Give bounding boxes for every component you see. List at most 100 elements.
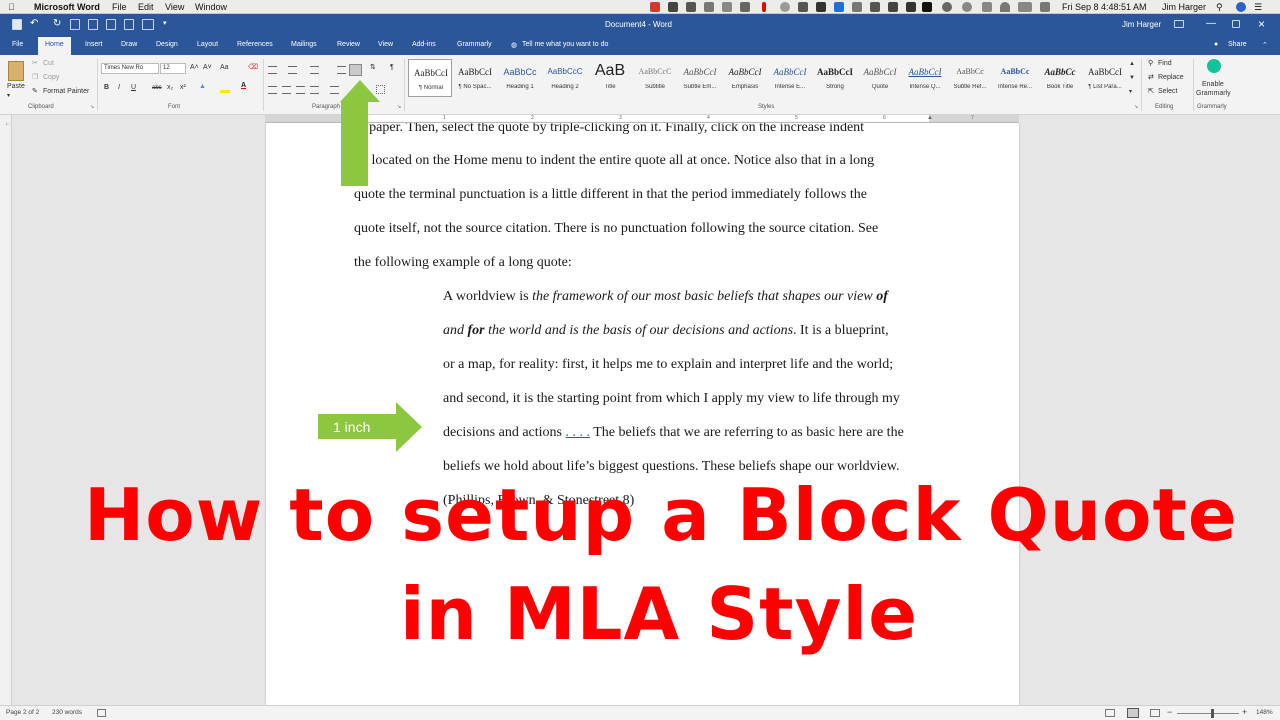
tray-app-icon[interactable] [686, 2, 696, 12]
style-subtle-emphasis[interactable]: AaBbCcI Subtle Em... [678, 59, 722, 97]
style-intense-emphasis[interactable]: AaBbCcI Intense E... [768, 59, 812, 97]
tab-home[interactable]: Home [38, 37, 71, 55]
tab-view[interactable]: View [378, 41, 393, 48]
wifi-icon[interactable] [1000, 2, 1010, 12]
web-layout-icon[interactable] [1150, 709, 1160, 717]
zoom-slider-thumb[interactable] [1211, 709, 1214, 718]
decrease-indent-icon[interactable] [337, 66, 346, 74]
tab-design[interactable]: Design [156, 41, 178, 48]
tray-app-icon[interactable] [668, 2, 678, 12]
tell-me-search[interactable]: Tell me what you want to do [522, 41, 608, 48]
shrink-font-button[interactable]: A˅ [203, 63, 212, 73]
font-size-combo[interactable]: 12 [160, 63, 186, 74]
tray-app-icon[interactable] [906, 2, 916, 12]
bluetooth-icon[interactable] [982, 2, 992, 12]
spelling-check-icon[interactable] [106, 19, 116, 30]
maximize-icon[interactable] [1232, 20, 1240, 28]
ribbon-display-icon[interactable] [1174, 20, 1184, 28]
tab-review[interactable]: Review [337, 41, 360, 48]
undo-icon[interactable]: ↶ [30, 18, 38, 29]
tray-app-icon[interactable] [816, 2, 826, 12]
tray-app-icon[interactable] [722, 2, 732, 12]
style-strong[interactable]: AaBbCcI Strong [813, 59, 857, 97]
bold-button[interactable]: B [104, 83, 109, 93]
email-icon[interactable] [88, 19, 98, 30]
align-left-icon[interactable] [268, 86, 277, 94]
strikethrough-button[interactable]: abc [152, 83, 162, 93]
tray-app-icon[interactable] [922, 2, 932, 12]
customize-toolbar-icon[interactable]: ▾ [163, 19, 167, 27]
page-count[interactable]: Page 2 of 2 [6, 709, 39, 716]
redo-icon[interactable]: ↻ [53, 18, 61, 29]
cut-icon[interactable]: ✂ [32, 59, 38, 69]
siri-icon[interactable] [1236, 2, 1246, 12]
tray-app-icon[interactable] [870, 2, 880, 12]
style-intense-quote[interactable]: AaBbCcI Intense Q... [903, 59, 947, 97]
zoom-level[interactable]: 148% [1256, 709, 1273, 716]
style-subtle-reference[interactable]: AaBbCc Subtle Ref... [948, 59, 992, 97]
superscript-button[interactable]: x² [180, 83, 186, 93]
share-button[interactable]: Share [1228, 41, 1247, 48]
align-center-icon[interactable] [282, 86, 291, 94]
apple-icon[interactable]:  [8, 1, 15, 13]
new-document-icon[interactable] [70, 19, 80, 30]
subscript-button[interactable]: x₂ [167, 83, 173, 93]
tab-draw[interactable]: Draw [121, 41, 137, 48]
grammarly-icon[interactable] [1207, 59, 1221, 73]
tab-mailings[interactable]: Mailings [291, 41, 317, 48]
save-icon[interactable] [12, 19, 22, 30]
bullets-icon[interactable] [268, 66, 277, 74]
highlight-color-icon[interactable] [220, 90, 230, 93]
paragraph-launcher-icon[interactable]: ↘ [397, 104, 401, 110]
change-case-button[interactable]: Aa [220, 63, 229, 73]
chat-icon[interactable] [962, 2, 972, 12]
justify-icon[interactable] [310, 86, 319, 94]
clipboard-launcher-icon[interactable]: ↘ [90, 104, 94, 110]
style-heading-2[interactable]: AaBbCcC Heading 2 [543, 59, 587, 97]
enable-grammarly-line2[interactable]: Grammarly [1196, 89, 1231, 99]
replace-button[interactable]: Replace [1158, 73, 1184, 83]
tab-add-ins[interactable]: Add-ins [412, 41, 436, 48]
tray-app-icon[interactable] [780, 2, 790, 12]
increase-indent-icon[interactable] [349, 64, 362, 76]
style-no-spacing[interactable]: AaBbCcI ¶ No Spac... [453, 59, 497, 97]
style-emphasis[interactable]: AaBbCcI Emphasis [723, 59, 767, 97]
tray-app-icon[interactable] [704, 2, 714, 12]
font-name-combo[interactable]: Times New Ro [101, 63, 159, 74]
menu-edit[interactable]: Edit [138, 1, 154, 13]
style-quote[interactable]: AaBbCcI Quote [858, 59, 902, 97]
close-icon[interactable]: × [1258, 17, 1265, 31]
style-intense-reference[interactable]: AaBbCc Intense Re... [993, 59, 1037, 97]
text-effects-icon[interactable]: ▲ [199, 82, 206, 92]
style-heading-1[interactable]: AaBbCc Heading 1 [498, 59, 542, 97]
right-indent-marker[interactable]: ▲ [927, 115, 933, 121]
tray-app-icon[interactable] [852, 2, 862, 12]
line-spacing-icon[interactable] [330, 86, 339, 94]
styles-more-icon[interactable]: ▾ [1129, 87, 1132, 97]
style-list-paragraph[interactable]: AaBbCcI ¶ List Para... [1083, 59, 1127, 97]
tab-selector-icon[interactable]: ∟ [5, 121, 10, 127]
app-menu[interactable]: Microsoft Word [34, 1, 100, 13]
format-painter-button[interactable]: Format Painter [43, 87, 89, 97]
cut-button[interactable]: Cut [43, 59, 54, 69]
multilevel-list-icon[interactable] [310, 66, 319, 74]
tray-app-icon[interactable] [798, 2, 808, 12]
zoom-out-icon[interactable]: − [1167, 707, 1172, 717]
copy-button[interactable]: Copy [43, 73, 59, 83]
menu-user[interactable]: Jim Harger [1162, 1, 1206, 13]
font-color-button[interactable]: A [241, 81, 246, 91]
menu-view[interactable]: View [165, 1, 184, 13]
align-right-icon[interactable] [296, 86, 305, 94]
record-icon[interactable] [762, 2, 766, 12]
tab-file[interactable]: File [12, 41, 23, 48]
print-layout-icon[interactable] [1127, 708, 1139, 718]
tab-layout[interactable]: Layout [197, 41, 218, 48]
collapse-ribbon-icon[interactable]: ⌃ [1262, 41, 1268, 49]
paste-icon[interactable] [8, 61, 24, 81]
italic-button[interactable]: I [118, 83, 120, 93]
dropbox-icon[interactable] [834, 2, 844, 12]
flag-icon[interactable] [1040, 2, 1050, 12]
vertical-ruler[interactable]: ∟ [0, 115, 12, 705]
zoom-slider-track[interactable] [1177, 713, 1239, 714]
tab-insert[interactable]: Insert [85, 41, 103, 48]
